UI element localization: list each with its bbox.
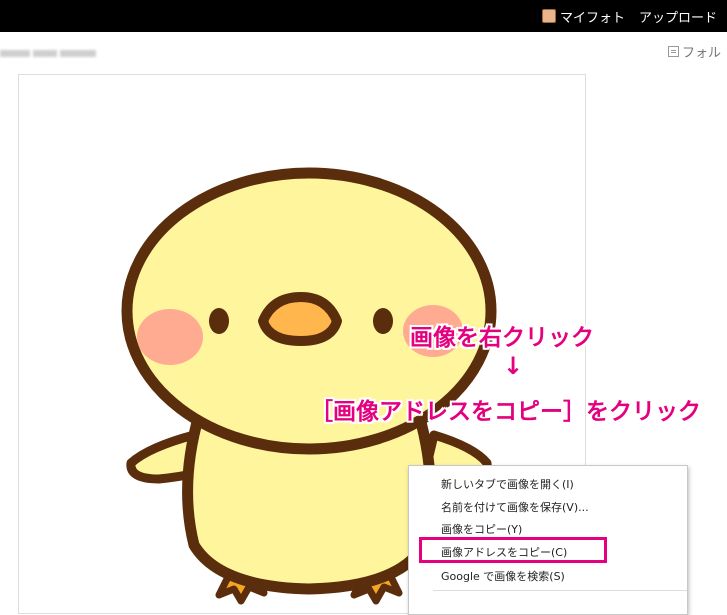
nav-my-photo-label: マイフォト (559, 10, 625, 26)
avatar-icon (541, 9, 556, 23)
blurred-breadcrumb (0, 43, 100, 57)
ctx-search-google-image[interactable]: Google で画像を検索(S) (441, 568, 565, 584)
nav-upload[interactable]: アップロード (639, 7, 717, 26)
folder-icon (668, 46, 679, 57)
ctx-separator (433, 590, 687, 591)
ctx-open-image-new-tab[interactable]: 新しいタブで画像を開く(I) (441, 476, 574, 492)
ctx-save-image-as[interactable]: 名前を付けて画像を保存(V)... (441, 499, 589, 515)
nav-my-photo[interactable]: マイフォト (541, 7, 625, 26)
annotation-arrow: ↓ (503, 352, 524, 380)
chick-left-cheek (137, 309, 203, 365)
top-nav: マイフォト アップロード (541, 0, 717, 32)
chick-right-eye (373, 308, 393, 334)
annotation-step1: 画像を右クリック (410, 325, 594, 351)
annotation-step2: ［画像アドレスをコピー］をクリック (310, 399, 701, 425)
chick-beak (258, 292, 342, 346)
top-bar: マイフォト アップロード (0, 0, 727, 32)
folder-link[interactable]: フォル (668, 42, 721, 61)
highlight-copy-address-box (419, 537, 607, 563)
ctx-copy-image[interactable]: 画像をコピー(Y) (441, 521, 522, 537)
nav-upload-label: アップロード (638, 10, 717, 26)
chick-left-eye (209, 308, 229, 334)
folder-link-label: フォル (682, 46, 722, 61)
